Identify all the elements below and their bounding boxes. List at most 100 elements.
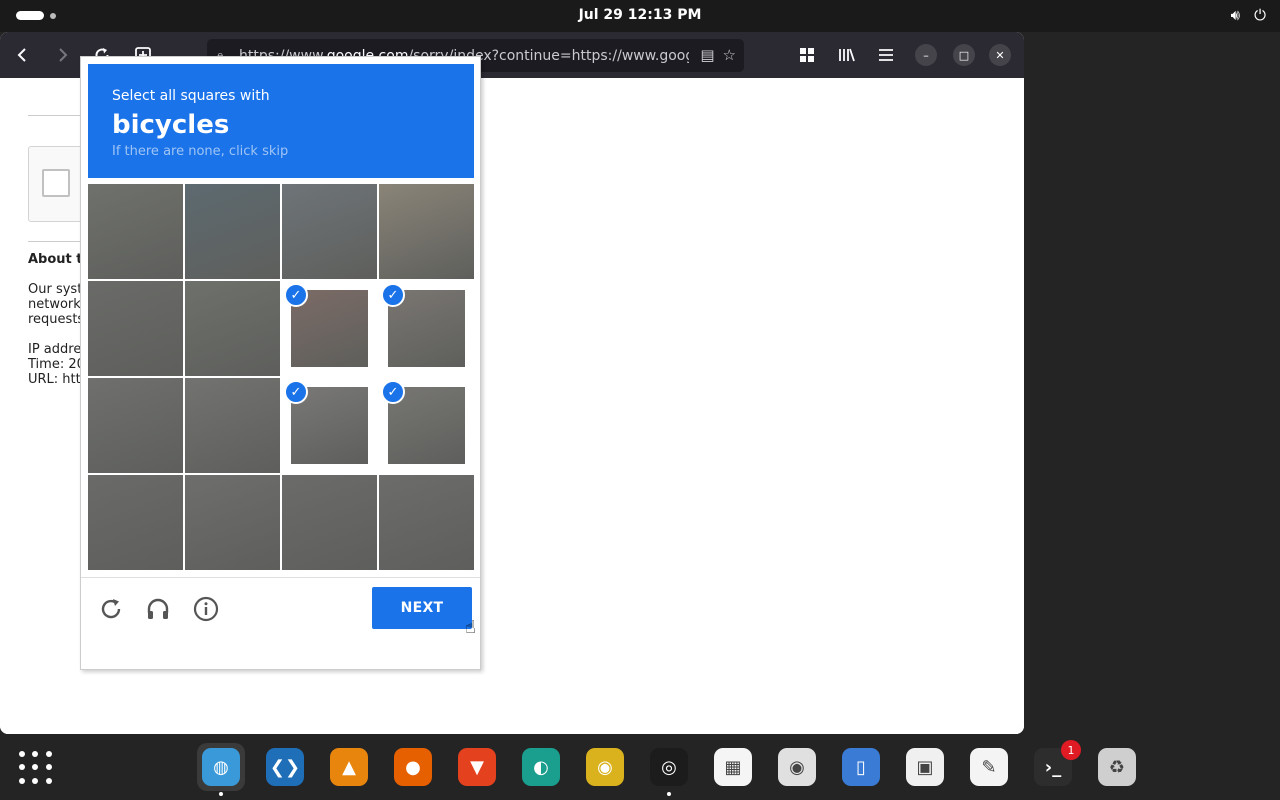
headphones-icon [147, 598, 169, 619]
running-indicator [219, 792, 223, 796]
info-icon [193, 596, 219, 622]
dock-app-software[interactable]: ▣ [901, 743, 949, 791]
desktop-background [1024, 32, 1280, 734]
back-button[interactable] [8, 40, 38, 70]
captcha-challenge: Select all squares with bicycles If ther… [80, 56, 481, 670]
dock-app-web-browser[interactable]: ◍ [197, 743, 245, 791]
bookmark-star-icon[interactable]: ☆ [723, 46, 736, 64]
tab-overview-button[interactable] [792, 40, 822, 70]
captcha-tile-image [185, 184, 280, 279]
dock-app-trash[interactable]: ♻ [1093, 743, 1141, 791]
apps-grid-icon [32, 764, 39, 771]
captcha-tile-image [88, 184, 183, 279]
captcha-tile-image [88, 281, 183, 376]
files-icon: ▯ [842, 748, 880, 786]
captcha-tile[interactable] [282, 184, 377, 279]
dock: ◍ ❮❯ ▲ ● ▼ ◐ ◉ ◎ ▦ ◉ ▯ ▣ ✎ ›_ ♻ [0, 734, 1280, 800]
time-text: Time: 20 [28, 357, 85, 372]
divider [81, 577, 480, 578]
dock-app-vscode[interactable]: ❮❯ [261, 743, 309, 791]
dock-app-files[interactable]: ▯ [837, 743, 885, 791]
captcha-tile[interactable] [282, 475, 377, 570]
running-indicator [667, 792, 671, 796]
dock-app-obs[interactable]: ◎ [645, 743, 693, 791]
captcha-tile[interactable] [185, 281, 280, 376]
close-button[interactable]: ✕ [989, 44, 1011, 66]
apps-grid-icon [45, 764, 52, 771]
apps-grid-icon [19, 751, 25, 757]
audio-challenge-button[interactable] [144, 595, 172, 623]
apps-grid-icon [32, 751, 39, 757]
captcha-tile-image [88, 475, 183, 570]
forward-button[interactable] [47, 40, 77, 70]
captcha-tile[interactable]: ✓ [282, 281, 377, 376]
forward-icon [59, 48, 68, 62]
checkmark-icon: ✓ [284, 283, 308, 307]
captcha-tile[interactable] [185, 378, 280, 473]
captcha-tile[interactable] [379, 475, 474, 570]
minimize-button[interactable]: – [915, 44, 937, 66]
maximize-icon: □ [958, 48, 970, 62]
vlc-icon: ▲ [330, 748, 368, 786]
captcha-tile[interactable] [88, 378, 183, 473]
reader-view-icon[interactable]: ▤ [700, 46, 714, 64]
minimize-icon: – [923, 48, 929, 62]
maximize-button[interactable]: □ [953, 44, 975, 66]
clock[interactable]: Jul 29 12:13 PM [0, 7, 1280, 23]
next-button[interactable]: NEXT [372, 587, 472, 629]
captcha-tile[interactable]: ✓ [379, 281, 474, 376]
captcha-target: bicycles [112, 110, 230, 140]
dock-app-chrome-dev[interactable]: ◉ [581, 743, 629, 791]
library-button[interactable] [832, 40, 862, 70]
captcha-tile[interactable] [88, 184, 183, 279]
captcha-tile[interactable] [88, 281, 183, 376]
checkmark-icon: ✓ [381, 380, 405, 404]
hand-cursor-icon: ☝ [465, 617, 476, 638]
show-apps-button[interactable] [19, 751, 53, 785]
dock-app-calendar[interactable]: ▦ [709, 743, 757, 791]
captcha-tile[interactable]: ✓ [379, 378, 474, 473]
dock-app-firefox[interactable]: ● [389, 743, 437, 791]
info-button[interactable] [192, 595, 220, 623]
menu-button[interactable] [871, 40, 901, 70]
reload-icon [101, 599, 121, 619]
volume-icon[interactable]: 🔊︎ [1231, 6, 1240, 24]
dock-app-vlc[interactable]: ▲ [325, 743, 373, 791]
captcha-tile-image [282, 184, 377, 279]
info-text: requests [28, 312, 85, 327]
close-icon: ✕ [995, 48, 1005, 62]
captcha-tile[interactable] [88, 475, 183, 570]
recaptcha-widget [28, 146, 88, 222]
library-icon [839, 48, 855, 62]
dock-app-brave[interactable]: ▼ [453, 743, 501, 791]
checkmark-icon: ✓ [284, 380, 308, 404]
apps-grid-icon [32, 777, 39, 784]
hamburger-icon [879, 49, 893, 61]
rhythmbox-icon: ◉ [778, 748, 816, 786]
info-text: Our syst [28, 282, 83, 297]
power-icon[interactable]: ⏻ [1254, 6, 1266, 24]
captcha-tile-image [185, 378, 280, 473]
reload-challenge-button[interactable] [97, 595, 125, 623]
captcha-instruction: Select all squares with [112, 88, 270, 104]
text-editor-icon: ✎ [970, 748, 1008, 786]
vscode-icon: ❮❯ [266, 748, 304, 786]
dock-app-text-editor[interactable]: ✎ [965, 743, 1013, 791]
captcha-tile[interactable] [379, 184, 474, 279]
system-tray[interactable]: 🔊︎ ⏻ [1231, 6, 1266, 24]
dock-app-edge-dev[interactable]: ◐ [517, 743, 565, 791]
back-icon [17, 48, 26, 62]
apps-grid-icon [19, 777, 25, 784]
calendar-icon: ▦ [714, 748, 752, 786]
captcha-hint: If there are none, click skip [112, 144, 289, 159]
notification-badge: 1 [1061, 740, 1081, 760]
captcha-tile[interactable] [185, 184, 280, 279]
captcha-tile-image [88, 378, 183, 473]
edge-dev-icon: ◐ [522, 748, 560, 786]
dock-app-rhythmbox[interactable]: ◉ [773, 743, 821, 791]
recaptcha-checkbox[interactable] [42, 169, 70, 197]
divider [28, 115, 88, 116]
captcha-tile[interactable] [185, 475, 280, 570]
captcha-tile[interactable]: ✓ [282, 378, 377, 473]
captcha-tile-image [185, 475, 280, 570]
